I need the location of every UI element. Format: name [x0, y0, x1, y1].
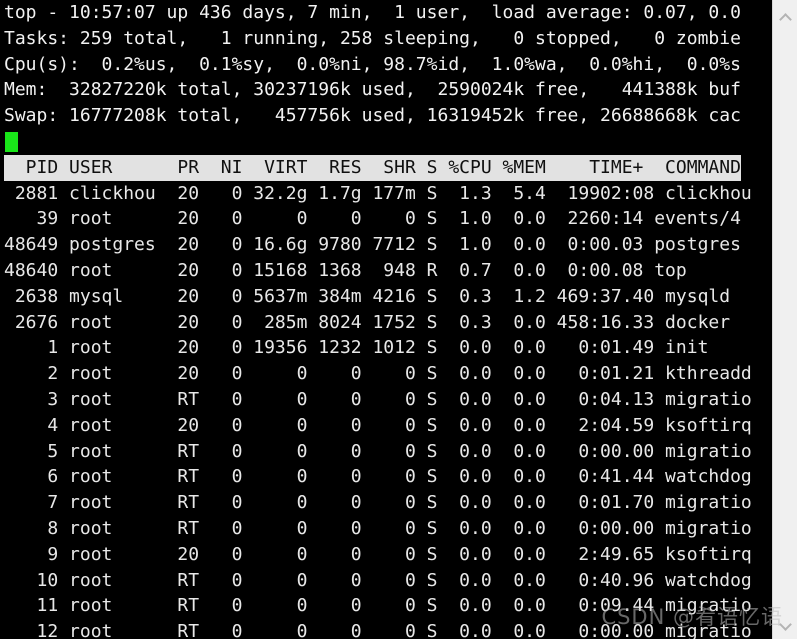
table-row[interactable]: 4 root 20 0 0 0 0 S 0.0 0.0 2:04.59 ksof… — [4, 413, 772, 439]
process-table-header: PID USER PR NI VIRT RES SHR S %CPU %MEM … — [4, 154, 741, 181]
table-row[interactable]: 11 root RT 0 0 0 0 S 0.0 0.0 0:09.44 mig… — [4, 593, 772, 619]
table-row[interactable]: 39 root 20 0 0 0 0 S 1.0 0.0 2260:14 eve… — [4, 206, 772, 232]
screen: top - 10:57:07 up 436 days, 7 min, 1 use… — [0, 0, 797, 639]
table-row[interactable]: 9 root 20 0 0 0 0 S 0.0 0.0 2:49.65 ksof… — [4, 542, 772, 568]
table-row[interactable]: 3 root RT 0 0 0 0 S 0.0 0.0 0:04.13 migr… — [4, 387, 772, 413]
table-row[interactable]: 2676 root 20 0 285m 8024 1752 S 0.3 0.0 … — [4, 310, 772, 336]
cursor-line — [4, 129, 772, 155]
chevron-down-icon — [780, 619, 791, 626]
terminal-window[interactable]: top - 10:57:07 up 436 days, 7 min, 1 use… — [0, 0, 772, 639]
scrollbar-track[interactable] — [773, 30, 797, 609]
table-row[interactable]: 2638 mysql 20 0 5637m 384m 4216 S 0.3 1.… — [4, 284, 772, 310]
table-row[interactable]: 1 root 20 0 19356 1232 1012 S 0.0 0.0 0:… — [4, 335, 772, 361]
table-row[interactable]: 48640 root 20 0 15168 1368 948 R 0.7 0.0… — [4, 258, 772, 284]
top-cpu-line: Cpu(s): 0.2%us, 0.1%sy, 0.0%ni, 98.7%id,… — [4, 53, 741, 75]
table-row[interactable]: 10 root RT 0 0 0 0 S 0.0 0.0 0:40.96 wat… — [4, 568, 772, 594]
table-row[interactable]: 2 root 20 0 0 0 0 S 0.0 0.0 0:01.21 kthr… — [4, 361, 772, 387]
table-row[interactable]: 2881 clickhou 20 0 32.2g 1.7g 177m S 1.3… — [4, 181, 772, 207]
vertical-scrollbar[interactable] — [772, 0, 797, 639]
table-row[interactable]: 5 root RT 0 0 0 0 S 0.0 0.0 0:00.00 migr… — [4, 439, 772, 465]
table-row[interactable]: 48649 postgres 20 0 16.6g 9780 7712 S 1.… — [4, 232, 772, 258]
terminal-cursor — [5, 131, 18, 152]
table-row[interactable]: 12 root RT 0 0 0 0 S 0.0 0.0 0:00.00 mig… — [4, 619, 772, 639]
chevron-up-icon — [780, 14, 791, 21]
scroll-up-button[interactable] — [773, 4, 797, 30]
top-swap-line: Swap: 16777208k total, 457756k used, 163… — [4, 105, 741, 127]
table-row[interactable]: 6 root RT 0 0 0 0 S 0.0 0.0 0:41.44 watc… — [4, 464, 772, 490]
process-table-header-row: PID USER PR NI VIRT RES SHR S %CPU %MEM … — [4, 154, 772, 181]
top-mem-line: Mem: 32827220k total, 30237196k used, 25… — [4, 79, 741, 101]
table-row[interactable]: 8 root RT 0 0 0 0 S 0.0 0.0 0:00.00 migr… — [4, 516, 772, 542]
table-row[interactable]: 7 root RT 0 0 0 0 S 0.0 0.0 0:01.70 migr… — [4, 490, 772, 516]
scroll-down-button[interactable] — [773, 609, 797, 635]
top-tasks-line: Tasks: 259 total, 1 running, 258 sleepin… — [4, 27, 741, 49]
process-table: PID USER PR NI VIRT RES SHR S %CPU %MEM … — [4, 154, 772, 639]
terminal-content: top - 10:57:07 up 436 days, 7 min, 1 use… — [4, 0, 772, 639]
top-uptime-line: top - 10:57:07 up 436 days, 7 min, 1 use… — [4, 2, 741, 23]
